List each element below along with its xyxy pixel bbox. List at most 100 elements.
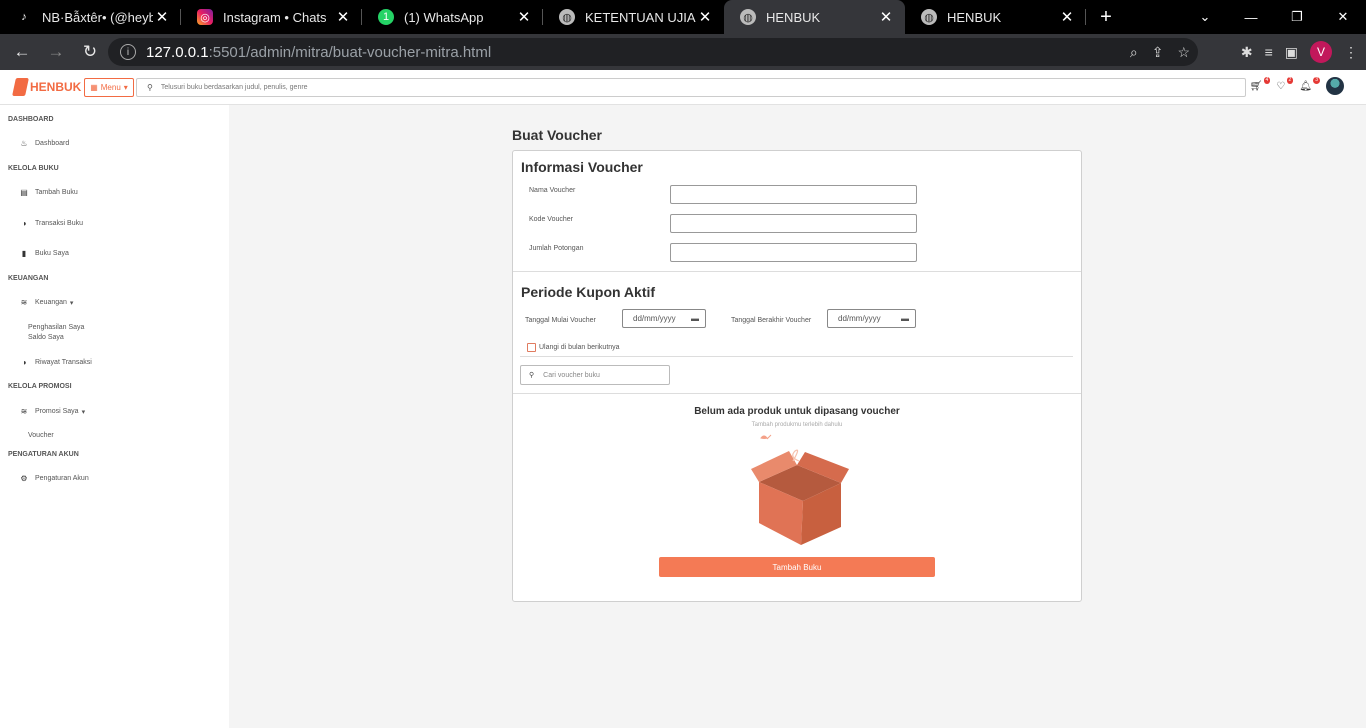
henbuk-logo[interactable]: HENBUK — [12, 78, 82, 96]
address-bar[interactable]: i 127.0.0.1:5501/admin/mitra/buat-vouche… — [108, 38, 1198, 66]
browser-tab-active[interactable]: ◍ HENBUK ✕ — [724, 0, 905, 34]
forward-icon[interactable]: → — [40, 36, 72, 68]
cart-icon[interactable]: 🛒︎ 4 — [1250, 76, 1271, 92]
tanggal-mulai-label: Tanggal Mulai Voucher — [525, 317, 596, 324]
info-section-title: Informasi Voucher — [521, 159, 643, 175]
close-tab-icon[interactable]: ✕ — [696, 8, 714, 26]
jumlah-potongan-input[interactable] — [670, 243, 917, 262]
jumlah-potongan-label: Jumlah Potongan — [529, 245, 584, 252]
calendar-icon[interactable]: ▬ — [691, 314, 699, 323]
menu-button[interactable]: ▦ Menu ▾ — [84, 78, 134, 97]
nama-voucher-input[interactable] — [670, 185, 917, 204]
wishlist-icon[interactable]: ♡ 2 — [1276, 76, 1294, 92]
voucher-search-input[interactable]: ⚲ Cari voucher buku — [520, 365, 670, 385]
wishlist-badge: 2 — [1286, 76, 1294, 84]
sidebar-item-saldo[interactable]: Saldo Saya — [28, 333, 64, 343]
kebab-menu-icon[interactable]: ⋮ — [1344, 44, 1358, 61]
minimize-icon[interactable]: — — [1228, 0, 1274, 34]
zoom-icon[interactable]: ⌕ — [1130, 44, 1138, 61]
tanggal-berakhir-input[interactable]: dd/mm/yyyy ▬ — [827, 309, 916, 328]
site-info-icon[interactable]: i — [120, 44, 136, 60]
tab-title: Instagram • Chats — [223, 9, 327, 25]
sidebar-item-keuangan[interactable]: ≋ Keuangan ▾ — [18, 298, 74, 307]
profile-avatar[interactable]: V — [1310, 41, 1332, 63]
logo-mark-icon — [12, 78, 29, 96]
kode-voucher-label: Kode Voucher — [529, 216, 573, 223]
section-divider — [513, 393, 1081, 394]
browser-tab[interactable]: ◍ HENBUK ✕ — [905, 0, 1086, 34]
close-tab-icon[interactable]: ✕ — [877, 8, 895, 26]
search-icon: ⚲ — [529, 372, 535, 379]
sidebar-item-label: Keuangan — [35, 299, 67, 306]
sidebar-item-label: Riwayat Transaksi — [35, 359, 92, 366]
calendar-icon[interactable]: ▬ — [901, 314, 909, 323]
close-tab-icon[interactable]: ✕ — [153, 8, 171, 26]
stack-icon: ≋ — [20, 298, 28, 307]
browser-tab[interactable]: ♪ NB·Bẫxtêr• (@heybaxter) ✕ — [0, 0, 181, 34]
user-avatar[interactable] — [1326, 77, 1344, 95]
sidebar-item-riwayat[interactable]: ◑ Riwayat Transaksi — [18, 358, 92, 367]
new-tab-button[interactable]: + — [1086, 6, 1126, 29]
close-window-icon[interactable]: ✕ — [1320, 0, 1366, 34]
caret-down-icon: ▾ — [69, 299, 74, 307]
tab-search-icon[interactable]: ⌄ — [1182, 0, 1228, 34]
checkbox-box[interactable] — [527, 343, 536, 352]
notif-badge: 3 — [1313, 76, 1320, 84]
sidebar-item-tambah-buku[interactable]: ▤ Tambah Buku — [18, 188, 78, 197]
sidebar-item-transaksi-buku[interactable]: ◑ Transaksi Buku — [18, 219, 83, 228]
back-icon[interactable]: ← — [6, 36, 38, 68]
ulangi-checkbox[interactable]: Ulangi di bulan berikutnya — [527, 343, 620, 352]
close-tab-icon[interactable]: ✕ — [334, 8, 352, 26]
stack-icon: ≋ — [20, 407, 28, 416]
side-panel-icon[interactable]: ▣ — [1285, 44, 1298, 61]
browser-tab[interactable]: ◎ Instagram • Chats ✕ — [181, 0, 362, 34]
media-icon[interactable]: ≡ — [1265, 44, 1273, 60]
sidebar: DASHBOARD ♨ Dashboard KELOLA BUKU ▤ Tambah… — [0, 105, 229, 728]
sidebar-item-buku-saya[interactable]: ▮ Buku Saya — [18, 249, 69, 258]
instagram-icon: ◎ — [197, 9, 213, 25]
kode-voucher-input[interactable] — [670, 214, 917, 233]
sidebar-item-dashboard[interactable]: ♨ Dashboard — [18, 139, 69, 148]
sidebar-item-label: Pengaturan Akun — [35, 475, 89, 482]
logo-text: HENBUK — [30, 80, 82, 94]
browser-tab[interactable]: ◍ KETENTUAN UJIAN PR ✕ — [543, 0, 724, 34]
close-tab-icon[interactable]: ✕ — [1058, 8, 1076, 26]
tab-title: HENBUK — [766, 9, 821, 25]
reload-icon[interactable]: ↻ — [74, 36, 106, 68]
checkbox-label: Ulangi di bulan berikutnya — [539, 344, 620, 351]
search-placeholder: Telusuri buku berdasarkan judul, penulis… — [160, 84, 308, 91]
sidebar-item-pengaturan[interactable]: ⚙ Pengaturan Akun — [18, 474, 89, 483]
globe-icon: ◍ — [559, 9, 575, 25]
restore-icon[interactable]: ❐ — [1274, 0, 1320, 34]
gear-icon: ⚙ — [20, 474, 28, 483]
sidebar-item-label: Tambah Buku — [35, 189, 78, 196]
sidebar-item-voucher[interactable]: Voucher — [28, 431, 54, 441]
tanggal-berakhir-label: Tanggal Berakhir Voucher — [731, 317, 812, 324]
whatsapp-icon: 1 — [378, 9, 394, 25]
share-icon[interactable]: ⇪ — [1152, 44, 1164, 61]
url-path: :5501/admin/mitra/buat-voucher-mitra.htm… — [208, 43, 492, 61]
empty-state-subtitle: Tambah produkmu terlebih dahulu — [751, 422, 843, 428]
app-header: HENBUK ▦ Menu ▾ ⚲ Telusuri buku berdasarkan… — [0, 70, 1366, 105]
tab-title: KETENTUAN UJIAN PR — [585, 9, 696, 25]
book-icon: ▮ — [21, 249, 27, 258]
extensions-icon[interactable]: ✱ — [1241, 44, 1253, 61]
url-host: 127.0.0.1 — [146, 43, 209, 61]
browser-tab[interactable]: 1 (1) WhatsApp ✕ — [362, 0, 543, 34]
tambah-buku-button[interactable]: Tambah Buku — [659, 557, 935, 577]
section-keuangan: KEUANGAN — [8, 275, 49, 282]
sidebar-item-penghasilan[interactable]: Penghasilan Saya — [28, 323, 84, 333]
nama-voucher-label: Nama Voucher — [529, 187, 576, 194]
book-search-input[interactable]: ⚲ Telusuri buku berdasarkan judul, penuli… — [136, 78, 1246, 97]
caret-down-icon: ▾ — [81, 408, 86, 416]
close-tab-icon[interactable]: ✕ — [515, 8, 533, 26]
page-title: Buat Voucher — [512, 127, 602, 143]
section-divider — [513, 271, 1081, 272]
globe-icon: ◍ — [740, 9, 756, 25]
empty-state-title: Belum ada produk untuk dipasang voucher — [694, 406, 900, 417]
bell-icon[interactable]: 🔔︎ 3 — [1299, 76, 1320, 92]
tanggal-mulai-input[interactable]: dd/mm/yyyy ▬ — [622, 309, 706, 328]
sidebar-item-promosi[interactable]: ≋ Promosi Saya ▾ — [18, 407, 85, 416]
sidebar-item-label: Transaksi Buku — [35, 220, 83, 227]
bookmark-star-icon[interactable]: ☆ — [1177, 44, 1190, 61]
